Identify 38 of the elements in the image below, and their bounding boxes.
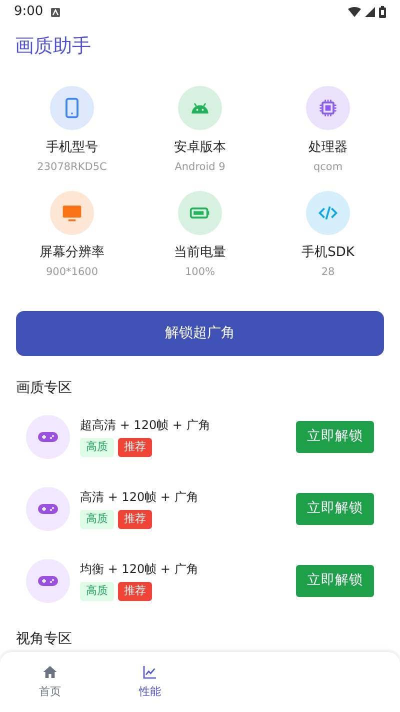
quality-tag: 高质 (80, 438, 114, 457)
quality-tag: 高质 (80, 510, 114, 529)
nav-tab[interactable]: 首页 (39, 664, 61, 700)
info-value: qcom (313, 160, 343, 174)
chart-icon (142, 664, 158, 680)
unlock-now-button[interactable]: 立即解锁 (296, 564, 374, 596)
info-label: 处理器 (308, 139, 348, 157)
item-title: 超高清 + 120帧 + 广角 (80, 417, 212, 434)
unlock-button[interactable]: 解锁超广角 (16, 310, 384, 356)
info-value: 900*1600 (46, 264, 98, 280)
info-label: 手机型号 (46, 139, 98, 157)
info-label: 屏幕分辨率 (40, 244, 104, 262)
info-value: 23078RKD5C (37, 160, 107, 174)
app-title: 画质助手 (15, 35, 91, 57)
section-title: 画质专区 (16, 378, 73, 398)
wifi-icon (348, 7, 361, 17)
info-value: 100% (184, 264, 216, 280)
info-value: Android 9 (174, 160, 226, 174)
recommend-tag: 推荐 (118, 438, 152, 457)
notification-icon (51, 8, 60, 16)
section-title: 视角专区 (16, 630, 73, 648)
quality-tag: 高质 (80, 582, 114, 601)
status-time: 9:00 (14, 3, 44, 22)
chip-icon (317, 97, 339, 119)
info-label: 手机SDK (302, 244, 354, 262)
home-icon (42, 664, 58, 680)
unlock-now-button[interactable]: 立即解锁 (296, 492, 374, 524)
battery-icon (379, 6, 386, 18)
info-value: 28 (321, 264, 335, 280)
recommend-tag: 推荐 (118, 510, 152, 529)
recommend-tag: 推荐 (118, 582, 152, 601)
info-label: 安卓版本 (174, 139, 226, 157)
nav-tab[interactable]: 性能 (139, 664, 161, 700)
item-title: 高清 + 120帧 + 广角 (80, 489, 200, 506)
unlock-now-button[interactable]: 立即解锁 (296, 420, 374, 452)
item-title: 均衡 + 120帧 + 广角 (80, 561, 200, 578)
signal-icon (365, 7, 375, 17)
info-label: 当前电量 (174, 244, 226, 262)
